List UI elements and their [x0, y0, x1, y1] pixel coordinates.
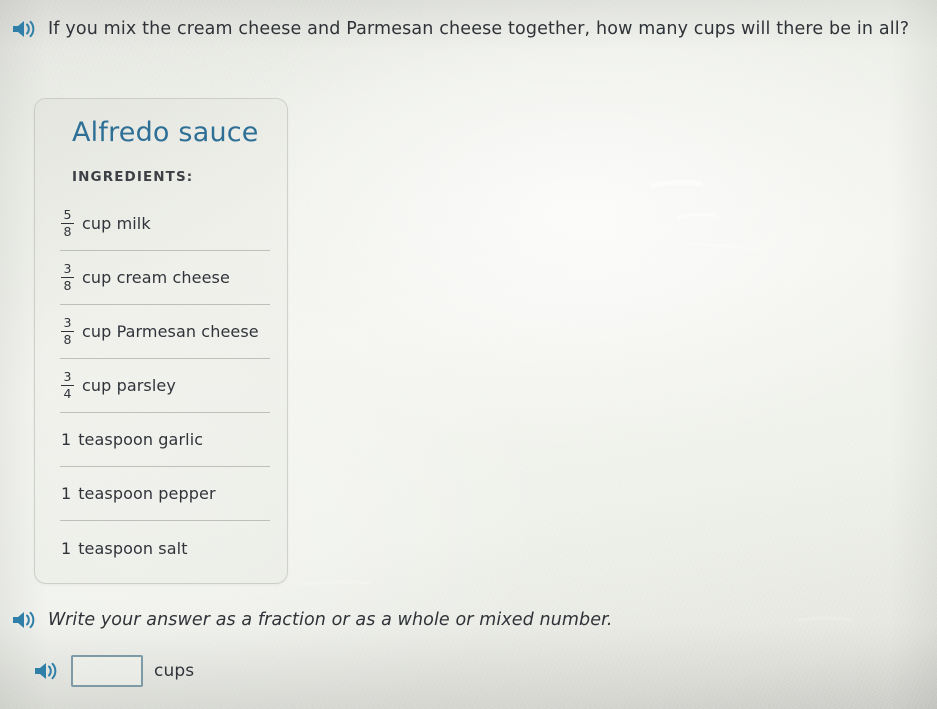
answer-unit-label: cups: [154, 661, 195, 681]
list-item: 5 8 cup milk: [60, 197, 270, 251]
fraction: 5 8: [61, 208, 74, 239]
fraction: 3 8: [61, 262, 74, 293]
ingredient-name: cup cream cheese: [82, 268, 230, 287]
list-item: 1 teaspoon garlic: [60, 413, 270, 467]
speaker-icon[interactable]: [10, 609, 38, 631]
list-item: 1 teaspoon salt: [60, 521, 270, 575]
ingredient-amount: 3 4: [61, 370, 75, 401]
recipe-title: Alfredo sauce: [72, 117, 259, 148]
answer-row: cups: [32, 655, 194, 687]
instruction-text: Write your answer as a fraction or as a …: [48, 610, 613, 630]
question-prompt: If you mix the cream cheese and Parmesan…: [10, 14, 915, 45]
ingredient-name: cup Parmesan cheese: [82, 322, 259, 341]
ingredient-name: teaspoon salt: [78, 538, 188, 558]
ingredient-amount: 3 8: [61, 316, 75, 347]
ingredients-heading: INGREDIENTS:: [72, 169, 194, 185]
list-item: 3 4 cup parsley: [60, 359, 270, 413]
speaker-icon[interactable]: [32, 660, 60, 682]
ingredient-amount: 1: [61, 484, 72, 503]
fraction: 3 8: [61, 316, 74, 347]
speaker-icon[interactable]: [10, 18, 38, 40]
answer-instruction: Write your answer as a fraction or as a …: [10, 607, 612, 633]
ingredient-name: cup milk: [82, 214, 151, 233]
ingredient-amount: 1: [61, 538, 72, 558]
list-item: 3 8 cup Parmesan cheese: [60, 305, 270, 359]
question-text: If you mix the cream cheese and Parmesan…: [48, 19, 910, 39]
list-item: 3 8 cup cream cheese: [60, 251, 270, 305]
recipe-card: Alfredo sauce INGREDIENTS: 5 8 cup milk …: [35, 99, 287, 583]
ingredient-name: cup parsley: [82, 376, 176, 395]
fraction: 3 4: [61, 370, 74, 401]
ingredient-amount: 5 8: [61, 208, 75, 239]
list-item: 1 teaspoon pepper: [60, 467, 270, 521]
ingredient-name: teaspoon pepper: [78, 484, 216, 503]
ingredient-list: 5 8 cup milk 3 8 cup cream cheese 3 8 cu…: [35, 197, 287, 575]
ingredient-name: teaspoon garlic: [78, 430, 204, 449]
ingredient-amount: 3 8: [61, 262, 75, 293]
answer-input[interactable]: [71, 655, 143, 687]
ingredient-amount: 1: [61, 430, 72, 449]
